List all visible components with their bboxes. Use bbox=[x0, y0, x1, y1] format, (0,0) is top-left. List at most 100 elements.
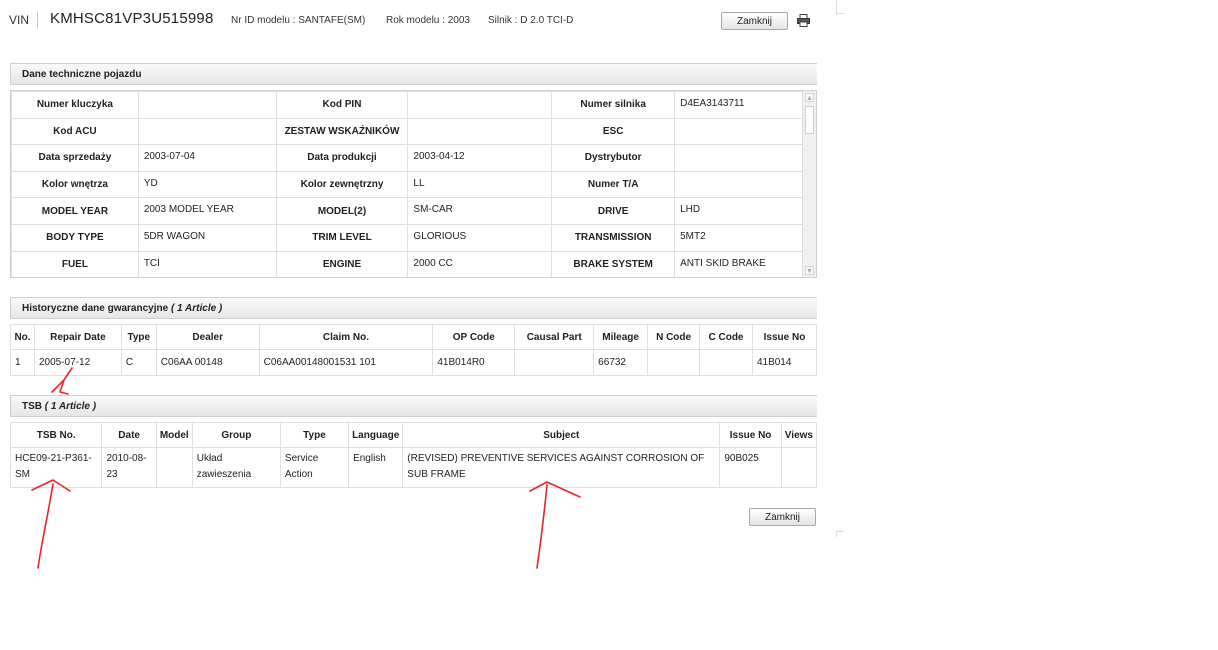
warranty-column-header[interactable]: Causal Part bbox=[514, 324, 595, 350]
tsb-article-count: ( 1 Article ) bbox=[44, 401, 97, 412]
tech-field-label: TRANSMISSION bbox=[551, 223, 676, 252]
tech-row: BODY TYPE 5DR WAGON TRIM LEVEL GLORIOUS TRAN… bbox=[11, 223, 803, 252]
warranty-column-header[interactable]: No. bbox=[10, 324, 35, 350]
tech-field-value bbox=[137, 117, 277, 146]
tech-field-value bbox=[407, 91, 553, 119]
warranty-column-header[interactable]: Dealer bbox=[155, 324, 260, 350]
warranty-column-header[interactable]: Repair Date bbox=[33, 324, 122, 350]
tsb-section-title: TSB bbox=[22, 401, 42, 412]
tech-field-label: FUEL bbox=[11, 250, 139, 277]
tsb-column-header[interactable]: Issue No bbox=[719, 422, 782, 448]
vehicle-header: VIN KMHSC81VP3U515998 Nr ID modelu : SAN… bbox=[0, 0, 830, 40]
close-button-top[interactable]: Zamknij bbox=[721, 12, 788, 30]
tech-field-value: 5DR WAGON bbox=[137, 223, 277, 252]
tsb-section-header: TSB ( 1 Article ) bbox=[10, 395, 817, 417]
window-edge bbox=[836, 531, 844, 537]
arrow-annotation bbox=[31, 479, 71, 569]
warranty-cell bbox=[514, 349, 595, 376]
tech-field-label: Numer T/A bbox=[551, 170, 676, 199]
warranty-section-title: Historyczne dane gwarancyjne bbox=[22, 303, 169, 314]
tech-row: Kolor wnętrza YD Kolor zewnętrzny LL Numer T… bbox=[11, 170, 803, 199]
warranty-column-header[interactable]: N Code bbox=[647, 324, 701, 350]
tsb-cell: (REVISED) PREVENTIVE SERVICES AGAINST CO… bbox=[402, 447, 721, 488]
tech-field-label: MODEL YEAR bbox=[11, 197, 139, 225]
tsb-column-header[interactable]: Type bbox=[279, 422, 350, 448]
engine-info: Silnik : D 2.0 TCI-D bbox=[488, 15, 574, 26]
tsb-row[interactable]: HCE09-21-P361-SM 2010-08-23 Układ zawiesze… bbox=[9, 447, 818, 488]
warranty-column-header[interactable]: Issue No bbox=[751, 324, 818, 350]
tsb-column-header[interactable]: Date bbox=[101, 422, 157, 448]
tech-field-value: D4EA3143711 bbox=[674, 91, 803, 119]
tech-field-label: ZESTAW WSKAŹNIKÓW bbox=[275, 117, 409, 146]
warranty-header-row: No. Repair Date Type Dealer Claim No. OP Code… bbox=[10, 324, 818, 350]
scroll-up-icon[interactable]: ▲ bbox=[805, 93, 814, 102]
tsb-column-header[interactable]: Subject bbox=[402, 422, 721, 448]
warranty-cell: C06AA 00148 bbox=[155, 349, 260, 376]
tsb-cell: Service Action bbox=[279, 447, 350, 488]
tech-field-label: TRIM LEVEL bbox=[275, 223, 409, 252]
tsb-cell bbox=[155, 447, 193, 488]
tech-field-label: Numer kluczyka bbox=[11, 91, 139, 119]
tech-field-label: ENGINE bbox=[275, 250, 409, 277]
tech-field-value: 2003 MODEL YEAR bbox=[137, 197, 277, 225]
tech-field-value: 2000 CC bbox=[407, 250, 553, 277]
warranty-column-header[interactable]: Mileage bbox=[593, 324, 649, 350]
warranty-section-header: Historyczne dane gwarancyjne ( 1 Article… bbox=[10, 297, 817, 319]
tech-row: Data sprzedaży 2003-07-04 Data produkcji 20… bbox=[11, 144, 803, 172]
tsb-column-header[interactable]: Language bbox=[348, 422, 404, 448]
close-button-bottom[interactable]: Zamknij bbox=[749, 508, 816, 526]
tech-field-label: Data produkcji bbox=[275, 144, 409, 172]
warranty-cell: C06AA00148001531 101 bbox=[258, 349, 434, 376]
warranty-cell: 66732 bbox=[593, 349, 649, 376]
tech-field-value: SM-CAR bbox=[407, 197, 553, 225]
tsb-cell: English bbox=[348, 447, 404, 488]
warranty-column-header[interactable]: Claim No. bbox=[258, 324, 434, 350]
tech-field-value: YD bbox=[137, 170, 277, 199]
tsb-column-header[interactable]: Views bbox=[780, 422, 818, 448]
warranty-article-count: ( 1 Article ) bbox=[170, 303, 223, 314]
warranty-column-header[interactable]: C Code bbox=[699, 324, 753, 350]
tsb-cell bbox=[780, 447, 818, 488]
warranty-column-header[interactable]: Type bbox=[120, 324, 157, 350]
warranty-column-header[interactable]: OP Code bbox=[432, 324, 516, 350]
tsb-cell: Układ zawieszenia bbox=[191, 447, 281, 488]
model-year: Rok modelu : 2003 bbox=[386, 15, 470, 26]
tech-field-label: Kolor zewnętrzny bbox=[275, 170, 409, 199]
tsb-table: TSB No. Date Model Group Type Language Subject… bbox=[9, 422, 818, 488]
tsb-column-header[interactable]: Model bbox=[155, 422, 193, 448]
printer-icon[interactable] bbox=[797, 14, 810, 27]
tech-row: Numer kluczyka Kod PIN Numer silnika D4EA31… bbox=[11, 91, 803, 119]
tech-row: Kod ACU ZESTAW WSKAŹNIKÓW ESC bbox=[11, 117, 803, 146]
tsb-column-header[interactable]: TSB No. bbox=[9, 422, 103, 448]
tsb-cell: 90B025 bbox=[719, 447, 782, 488]
tech-field-label: MODEL(2) bbox=[275, 197, 409, 225]
warranty-cell: 41B014 bbox=[751, 349, 818, 376]
tech-data-body: Numer kluczyka Kod PIN Numer silnika D4EA31… bbox=[11, 91, 803, 277]
tech-field-label: ESC bbox=[551, 117, 676, 146]
tsb-body: HCE09-21-P361-SM 2010-08-23 Układ zawiesze… bbox=[9, 447, 818, 488]
warranty-row[interactable]: 1 2005-07-12 C C06AA 00148 C06AA00148001531 … bbox=[10, 349, 818, 376]
tech-field-value bbox=[137, 91, 277, 119]
vertical-scrollbar[interactable]: ▲ ▼ bbox=[802, 91, 816, 277]
tech-row: MODEL YEAR 2003 MODEL YEAR MODEL(2) SM-CAR D… bbox=[11, 197, 803, 225]
tech-field-value: TCI bbox=[137, 250, 277, 277]
tech-field-label: Kolor wnętrza bbox=[11, 170, 139, 199]
scroll-thumb[interactable] bbox=[805, 106, 814, 134]
tech-data-table: Numer kluczyka Kod PIN Numer silnika D4EA31… bbox=[11, 91, 803, 277]
tech-field-value: 2003-07-04 bbox=[137, 144, 277, 172]
tech-field-label: Kod PIN bbox=[275, 91, 409, 119]
tsb-column-header[interactable]: Group bbox=[191, 422, 281, 448]
tech-section-title: Dane techniczne pojazdu bbox=[22, 69, 142, 80]
warranty-body: 1 2005-07-12 C C06AA 00148 C06AA00148001531 … bbox=[10, 349, 818, 376]
window-edge bbox=[836, 0, 844, 14]
tsb-cell: HCE09-21-P361-SM bbox=[9, 447, 103, 488]
tech-field-value: ANTI SKID BRAKE bbox=[674, 250, 803, 277]
tech-field-label: BODY TYPE bbox=[11, 223, 139, 252]
tech-field-label: Kod ACU bbox=[11, 117, 139, 146]
warranty-cell: 2005-07-12 bbox=[33, 349, 122, 376]
scroll-down-icon[interactable]: ▼ bbox=[805, 266, 814, 275]
tech-field-value: GLORIOUS bbox=[407, 223, 553, 252]
vin-label: VIN bbox=[9, 13, 30, 27]
vin-value: KMHSC81VP3U515998 bbox=[50, 10, 214, 27]
tsb-cell: 2010-08-23 bbox=[101, 447, 157, 488]
